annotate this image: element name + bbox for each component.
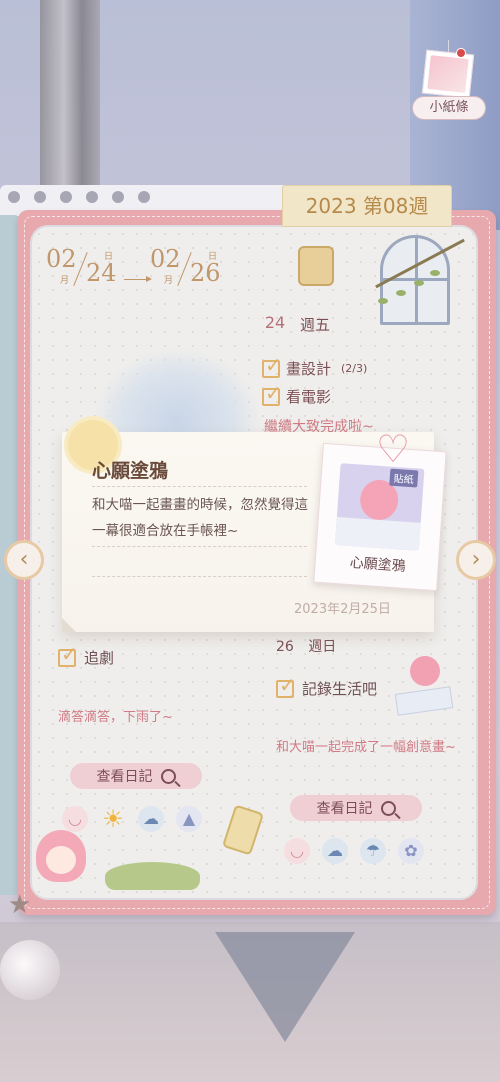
checkbox-checked-icon <box>58 642 78 667</box>
sunday-header: 26 週日 <box>276 636 336 656</box>
leaf-icon <box>396 290 406 296</box>
divider <box>92 546 307 547</box>
search-icon <box>380 800 396 816</box>
rain-cloud-icon: ☁ <box>138 806 164 832</box>
task-label: 畫設計 <box>286 360 332 378</box>
photo-caption: 心願塗鴉 <box>349 555 407 575</box>
star-icon: ★ <box>8 890 32 920</box>
view-diary-label: 查看日記 <box>316 801 373 817</box>
task-label: 看電影 <box>286 388 332 406</box>
girl-sticker <box>30 830 100 910</box>
month-unit: 月 <box>60 276 70 286</box>
month-unit: 月 <box>164 276 174 286</box>
chevron-left-icon[interactable]: ‹ <box>4 540 44 580</box>
dress-icon: ▲ <box>176 806 202 832</box>
view-diary-button[interactable]: 查看日記 <box>70 763 202 789</box>
memo-text: 滴答滴答，下雨了~ <box>58 710 173 725</box>
sunday-day-number: 26 <box>276 639 294 655</box>
task-row[interactable]: 記錄生活吧 <box>276 673 378 699</box>
chevron-right-icon[interactable]: › <box>456 540 496 580</box>
task-row[interactable]: 追劇 <box>58 642 115 668</box>
view-diary-label: 查看日記 <box>96 769 153 785</box>
memo-title: 心願塗鴉 <box>92 460 169 482</box>
bell-decoration <box>0 940 60 1000</box>
heart-clip-icon: ♡ <box>376 427 411 471</box>
note-label: 小紙條 <box>412 96 486 120</box>
hill-sticker <box>105 862 200 890</box>
leaf-icon <box>378 298 388 304</box>
note-photo <box>421 49 475 99</box>
sunday-day-label: 週日 <box>308 639 337 655</box>
arrow-icon <box>124 276 152 282</box>
bow-icon: ✿ <box>398 838 424 864</box>
rain-cloud-icon: ☁ <box>322 838 348 864</box>
face-icon: ◡ <box>62 806 88 832</box>
week-tab[interactable]: 2023 第08週 <box>282 185 452 227</box>
start-day: 24 <box>86 259 117 287</box>
divider <box>92 486 307 487</box>
task-label: 追劇 <box>84 649 115 667</box>
memo-text: 和大喵一起完成了一幅創意畫~ <box>276 740 456 755</box>
curtain-decoration <box>40 0 100 190</box>
mood-icons: ◡ ☁ ☂ ✿ <box>284 838 424 864</box>
end-day: 26 <box>190 259 221 287</box>
end-month: 02 <box>150 245 181 273</box>
checkbox-checked-icon <box>276 673 296 698</box>
task-row[interactable]: 看電影 <box>262 381 332 407</box>
task-progress: (2/3) <box>341 362 368 375</box>
friday-day-label: 週五 <box>300 316 331 334</box>
task-row[interactable]: 畫設計 (2/3) <box>262 353 368 379</box>
leaf-icon <box>430 270 440 276</box>
divider <box>92 576 307 577</box>
sticker-tag: 貼紙 <box>389 468 419 488</box>
memo-body: 和大喵一起畫畫的時候，忽然覺得這一幕很適合放在手帳裡~ <box>92 497 308 539</box>
checkbox-checked-icon <box>262 381 282 406</box>
face-icon: ◡ <box>284 838 310 864</box>
view-diary-button[interactable]: 查看日記 <box>290 795 422 821</box>
friday-day-number: 24 <box>258 301 288 336</box>
mood-icons: ◡ ☀ ☁ ▲ <box>62 806 202 832</box>
sun-icon: ☀ <box>102 805 124 833</box>
task-label: 記錄生活吧 <box>302 680 378 698</box>
note-widget-button[interactable]: 小紙條 <box>412 40 486 120</box>
pin-icon <box>456 48 466 58</box>
cloud-icon: ☂ <box>360 838 386 864</box>
memo-date: 2023年2月25日 <box>294 602 391 617</box>
pennant-decoration <box>215 932 355 1042</box>
drawing-girl-sticker <box>394 656 454 716</box>
search-icon <box>160 768 176 784</box>
start-month: 02 <box>46 245 77 273</box>
jar-sticker <box>298 246 334 286</box>
leaf-icon <box>414 280 424 286</box>
checkbox-checked-icon <box>262 353 282 378</box>
